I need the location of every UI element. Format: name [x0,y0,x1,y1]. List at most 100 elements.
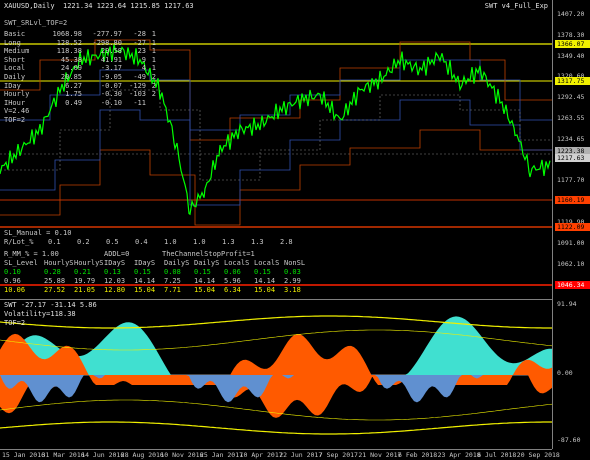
lot-header-row: SL_Level HourlySHourlySIDayS IDayS DailyS Da… [4,259,314,267]
srlvl-cell: -11 [133,98,146,107]
srlvl-cell: 1.75 [65,90,82,99]
lot-header: DailyS [164,259,190,267]
srlvl-cell: 4 [141,64,146,73]
lot-row-value: 0.5 [106,238,119,246]
srlvl-row: Daily 20.85 -9.05 -49 2 [4,73,156,81]
srlvl-tof-line: TOF=2 [4,116,26,124]
lot-header: NonSL [284,259,306,267]
lot-cell: 25.88 [44,277,66,285]
lot-cell: 0.03 [284,268,301,276]
lot-row-value: 0.4 [135,238,148,246]
sub-axis-label-top: 91.94 [557,300,577,308]
lot-row: R/Lot_% 0.1 0.2 0.5 0.4 1.0 1.0 1.3 1.3 2.8 [4,238,309,246]
time-axis-label: 28 Aug 2016 [120,451,164,459]
time-axis-label: 10 Nov 2016 [160,451,204,459]
srlvl-cell: Long [4,38,21,47]
time-axis-label: 31 Mar 2016 [41,451,85,459]
lot-cell: 2.99 [284,277,301,285]
lot-cell: 7.25 [164,277,181,285]
price-axis-label: 1349.40 [557,51,585,60]
time-axis-label: 6 Jul 2018 [477,451,517,459]
srlvl-cell: Local [4,64,26,73]
price-tag: 1317.75 [555,77,590,85]
price-chart[interactable]: XAUUSD,Daily 1221.34 1223.64 1215.85 121… [0,0,552,297]
swt-tof: TOF=2 [4,319,26,327]
srlvl-cell: 41.91 [100,55,122,64]
srlvl-cell: 2 [151,81,156,90]
srlvl-cell: 20.85 [60,73,82,81]
r-mm-line: R_MM_% = 1.00 [4,250,59,258]
lot-cell: 0.10 [4,268,21,276]
lot-row-value: 1.0 [164,238,177,246]
lot-cell: 0.15 [194,268,211,276]
price-axis-label: 1234.65 [557,134,585,143]
lot-data-row: 10.06 27.52 21.05 12.80 15.04 7.71 15.04 6.34 15… [4,286,314,294]
srlvl-row: Basic 1068.98 -277.97 -28 1 [4,30,156,38]
srlvl-cell: -0.07 [100,81,122,90]
srlvl-cell: 2 [151,90,156,99]
lot-cell: 10.06 [4,286,26,294]
lot-row-value: 2.8 [280,238,293,246]
swt-indicator-window[interactable]: SWT -27.17 -31.14 5.86 Volatility=118.38… [0,299,552,450]
lot-cell: 15.04 [134,286,156,294]
lot-cell: 0.21 [74,268,91,276]
lot-cell: 6.34 [224,286,241,294]
price-axis-label: 1177.70 [557,176,585,185]
lot-cell: 7.71 [164,286,181,294]
channel-line-lower [0,129,552,226]
srlvl-cell: Basic [4,30,26,38]
srlvl-cell: 1 [151,64,156,73]
lot-header: HourlyS [74,259,104,267]
channel-line-blue-1 [0,99,552,206]
time-axis-label: 15 Jan 2016 [2,451,46,459]
lot-header: DailyS [194,259,220,267]
srlvl-cell: -9.05 [100,73,122,81]
srlvl-cell: -129 [129,81,146,90]
lot-row-value: 1.3 [251,238,264,246]
lot-cell: 0.96 [4,277,21,285]
srlvl-cell: -27 [133,38,146,47]
srlvl-cell: 24.09 [60,64,82,73]
srlvl-cell: -103 [129,90,146,99]
srlvl-cell: -0.30 [100,90,122,99]
srlvl-cell: 1 [151,47,156,56]
swt-envelope-lower [0,421,552,435]
lot-cell: 3.18 [284,286,301,294]
lot-data-row: 0.96 25.88 19.79 12.03 14.14 7.25 14.14 5.96 14.… [4,277,314,285]
lot-cell: 0.15 [134,268,151,276]
srlvl-cell: 1 [151,38,156,47]
lot-cell: 21.05 [74,286,96,294]
expert-label: SWT v4_Full_Exp [484,2,548,10]
srlvl-cell: 6.27 [65,81,82,90]
srlvl-row: IDay 6.27 -0.07 -129 2 [4,82,156,90]
srlvl-cell: 1068.98 [52,30,82,38]
srlvl-cell: 45.38 [60,55,82,64]
swt-indicator-canvas[interactable] [0,300,552,450]
price-axis-label: 1091.00 [557,238,585,247]
lot-cell: 12.03 [104,277,126,285]
lot-cell: 15.04 [254,286,276,294]
lot-cell: 12.80 [104,286,126,294]
lot-header: LocalS [224,259,250,267]
srlvl-v-line: V=2.46 [4,107,30,116]
srlvl-cell: 118.38 [56,47,82,56]
lot-cell: 15.04 [194,286,216,294]
price-axis-label: 1263.55 [557,114,585,122]
channel-line: TheChannelStopProfit=1 [162,250,255,258]
lot-cell: 0.06 [224,268,241,276]
price-axis[interactable]: 1407.201378.301349.401320.601292.451263.… [552,0,590,449]
srlvl-cell: IDay [4,81,21,90]
sub-axis-label-bottom: -87.60 [557,436,581,444]
srlvl-cell: -28 [133,30,146,38]
symbol-line: XAUUSD,Daily 1221.34 1223.64 1215.85 121… [4,2,194,10]
price-tag: 1160.19 [555,196,590,204]
srlvl-cell: 128.52 [56,38,82,47]
sub-axis-label-zero: 0.00 [557,369,573,377]
time-axis-label: 10 Apr 2017 [239,451,283,459]
lot-cell: 0.13 [104,268,121,276]
srlvl-row: Local 24.09 -3.17 4 1 [4,64,156,72]
srlvl-cell: -277.97 [92,30,122,38]
time-axis-label: 25 Jan 2017 [200,451,244,459]
lot-cell: 5.96 [224,277,241,285]
time-axis[interactable]: 15 Jan 2016 31 Mar 2016 14 Jun 2016 28 Aug … [0,449,560,460]
